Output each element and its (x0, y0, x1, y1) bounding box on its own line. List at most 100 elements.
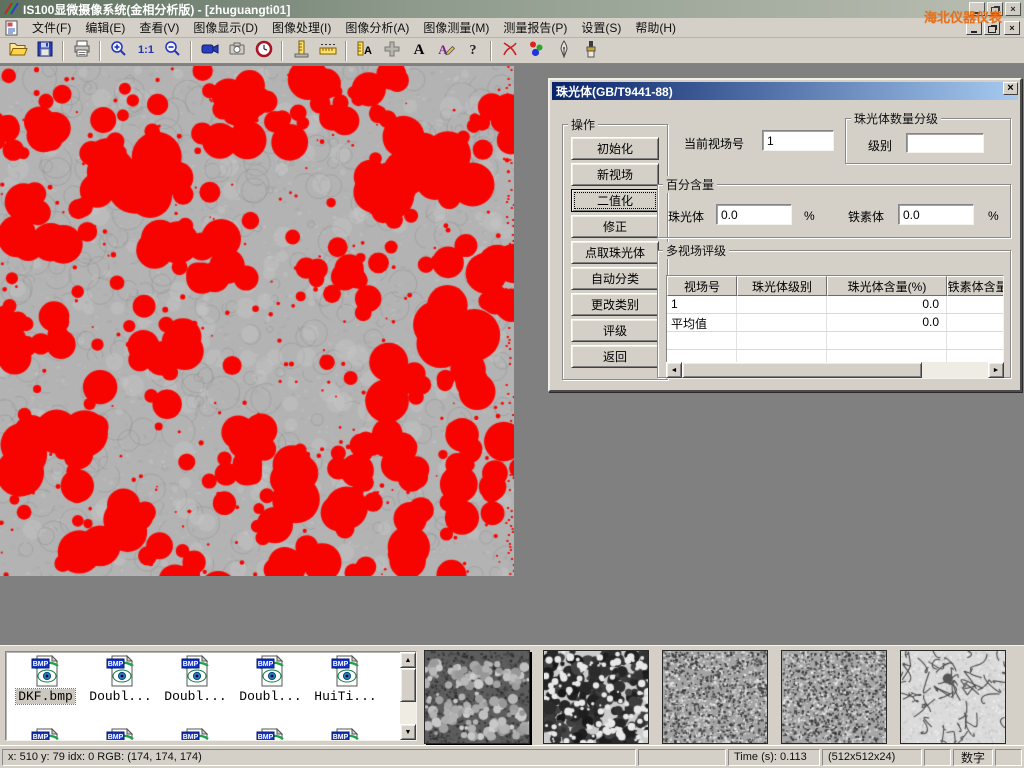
op-button-5[interactable]: 点取珠光体 (571, 241, 659, 264)
timer-button[interactable] (250, 39, 277, 63)
file-list[interactable]: BMP DKF.bmp BMP Doubl... BMP Doubl... BM… (5, 651, 417, 741)
dialog-title-bar[interactable]: 珠光体(GB/T9441-88) (552, 82, 1018, 100)
help-icon: ? (463, 39, 483, 62)
video-camera-icon (200, 39, 220, 62)
menu-item-5[interactable]: 图像处理(I) (265, 17, 338, 38)
menu-item-3[interactable]: 查看(V) (132, 17, 186, 38)
one-to-one-button[interactable]: 1:1 (132, 39, 159, 63)
grade-input[interactable] (906, 133, 984, 153)
toolbar-separator (345, 41, 347, 61)
merge-button[interactable] (378, 39, 405, 63)
table-row[interactable]: 10.0 (667, 296, 1003, 314)
table-cell (947, 296, 1004, 313)
op-button-9[interactable]: 返回 (571, 345, 659, 368)
classify-button[interactable] (523, 39, 550, 63)
annotate-button[interactable]: A (432, 39, 459, 63)
bmp-file-icon: BMP (331, 728, 361, 741)
micrograph-image[interactable] (0, 66, 514, 576)
menu-item-6[interactable]: 图像分析(A) (338, 17, 416, 38)
table-header[interactable]: 铁素体含量(%) (947, 276, 1004, 296)
print-button[interactable] (68, 39, 95, 63)
op-button-4[interactable]: 修正 (571, 215, 659, 238)
op-button-8[interactable]: 评级 (571, 319, 659, 342)
delete-curve-button[interactable] (496, 39, 523, 63)
file-name[interactable]: DKF.bmp (16, 689, 75, 704)
file-item-5[interactable]: BMP HuiTi... (308, 655, 383, 704)
menu-item-2[interactable]: 编辑(E) (78, 17, 132, 38)
file-item-1[interactable]: BMP DKF.bmp (8, 655, 83, 704)
thumbnail-2[interactable] (543, 650, 649, 744)
scroll-thumb[interactable] (400, 668, 416, 702)
menu-item-7[interactable]: 图像测量(M) (416, 17, 496, 38)
file-item-clipped-1[interactable]: BMP (8, 728, 83, 741)
file-list-scrollbar[interactable]: ▲ ▼ (400, 652, 416, 740)
scroll-right-button[interactable]: ► (988, 362, 1004, 378)
toolbar-separator (62, 41, 64, 61)
pointer-pen-button[interactable] (550, 39, 577, 63)
current-field-input[interactable] (762, 130, 834, 151)
op-button-2[interactable]: 新视场 (571, 163, 659, 186)
zoom-out-icon (163, 39, 183, 62)
brush-button[interactable] (577, 39, 604, 63)
op-button-6[interactable]: 自动分类 (571, 267, 659, 290)
open-button[interactable] (4, 39, 31, 63)
file-name[interactable]: Doubl... (87, 689, 153, 704)
scroll-down-button[interactable]: ▼ (400, 724, 416, 740)
op-button-7[interactable]: 更改类别 (571, 293, 659, 316)
menu-item-10[interactable]: 帮助(H) (628, 17, 683, 38)
thumbnail-4[interactable] (781, 650, 887, 744)
video-camera-button[interactable] (196, 39, 223, 63)
table-cell: 1 (667, 296, 737, 313)
table-row[interactable] (667, 332, 1003, 350)
menu-item-1[interactable]: 文件(F) (25, 17, 78, 38)
file-item-4[interactable]: BMP Doubl... (233, 655, 308, 704)
dialog-close-button[interactable]: × (1003, 82, 1018, 95)
table-horizontal-scrollbar[interactable]: ◄ ► (666, 362, 1004, 378)
table-row[interactable]: 平均值0.0 (667, 314, 1003, 332)
zoom-in-button[interactable] (105, 39, 132, 63)
svg-text:?: ? (469, 43, 476, 58)
file-item-clipped-4[interactable]: BMP (233, 728, 308, 741)
help-button[interactable]: ? (459, 39, 486, 63)
capture-icon (227, 39, 247, 62)
ferrite-percent-input[interactable] (898, 204, 974, 225)
zoom-out-button[interactable] (159, 39, 186, 63)
thumbnail-1[interactable] (424, 650, 530, 744)
menu-item-9[interactable]: 设置(S) (574, 17, 628, 38)
thumbnail-3[interactable] (662, 650, 768, 744)
thumbnail-5[interactable] (900, 650, 1006, 744)
file-name[interactable]: Doubl... (237, 689, 303, 704)
pearlite-percent-sign: % (804, 209, 815, 223)
file-item-3[interactable]: BMP Doubl... (158, 655, 233, 704)
op-button-3[interactable]: 二值化 (571, 189, 659, 212)
table-header[interactable]: 珠光体级别 (737, 276, 827, 296)
file-item-clipped-3[interactable]: BMP (158, 728, 233, 741)
menu-item-4[interactable]: 图像显示(D) (186, 17, 265, 38)
table-header[interactable]: 珠光体含量(%) (827, 276, 947, 296)
text-button[interactable]: A (405, 39, 432, 63)
ruler-button[interactable] (314, 39, 341, 63)
table-header[interactable]: 视场号 (667, 276, 737, 296)
percent-group: 百分含量 珠光体 % 铁素体 % (657, 176, 1011, 238)
file-name[interactable]: HuiTi... (312, 689, 378, 704)
file-item-clipped-2[interactable]: BMP (83, 728, 158, 741)
caliper-button[interactable] (287, 39, 314, 63)
scroll-up-button[interactable]: ▲ (400, 652, 416, 668)
scroll-thumb[interactable] (682, 362, 922, 378)
close-button[interactable]: × (1005, 2, 1021, 16)
file-item-2[interactable]: BMP Doubl... (83, 655, 158, 704)
table-cell (667, 332, 737, 349)
measure-label-button[interactable]: A (351, 39, 378, 63)
menu-item-8[interactable]: 测量报告(P) (496, 17, 574, 38)
file-item-clipped-5[interactable]: BMP (308, 728, 383, 741)
document-icon[interactable] (4, 20, 19, 36)
mdi-close-button[interactable]: × (1004, 21, 1020, 35)
pearlite-percent-input[interactable] (716, 204, 792, 225)
capture-button[interactable] (223, 39, 250, 63)
scroll-left-button[interactable]: ◄ (666, 362, 682, 378)
measure-label-icon: A (355, 39, 375, 62)
op-button-1[interactable]: 初始化 (571, 137, 659, 160)
operations-group-label: 操作 (568, 116, 598, 133)
file-name[interactable]: Doubl... (162, 689, 228, 704)
save-button[interactable] (31, 39, 58, 63)
